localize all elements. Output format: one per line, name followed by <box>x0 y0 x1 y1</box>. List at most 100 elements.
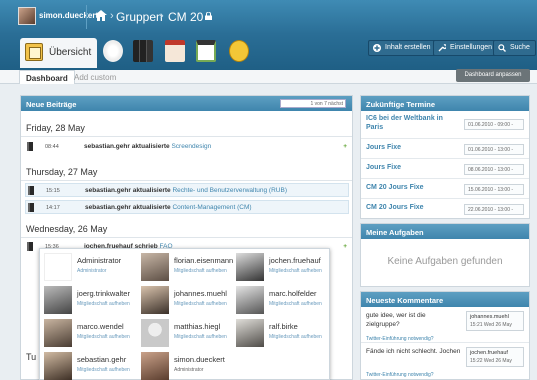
event-row[interactable]: Jours Fixe 08.06.2010 - 13:00 - <box>361 159 529 179</box>
event-row[interactable]: CM 20 Jours Fixe 15.06.2010 - 13:00 - <box>361 179 529 199</box>
leave-membership-link[interactable]: Mitgliedschaft aufheben <box>269 301 322 307</box>
create-content-label: Inhalt erstellen <box>385 44 431 51</box>
customize-dashboard-button[interactable]: Dashboard anpassen <box>456 69 530 82</box>
home-icon[interactable] <box>95 10 107 21</box>
entry-link[interactable]: Rechte- und Benutzerverwaltung (RUB) <box>172 187 287 194</box>
comment-text: gute idee, wer ist die zielgruppe? <box>366 312 426 328</box>
leave-membership-link[interactable]: Mitgliedschaft aufheben <box>174 268 227 274</box>
settings-label: Einstellungen <box>450 44 493 51</box>
pager[interactable]: 1 von 7 nächst <box>280 99 346 108</box>
search-button[interactable]: Suche <box>493 40 536 56</box>
comment-row[interactable]: Fände ich nicht schlecht. Jochen Twitter… <box>361 344 529 379</box>
member-card[interactable]: ralf.birke Mitgliedschaft aufheben <box>236 319 334 350</box>
feed-entry[interactable]: 15:15 sebastian.gehr aktualisierte Recht… <box>25 183 349 197</box>
member-card[interactable]: jochen.fruehauf Mitgliedschaft aufheben <box>236 253 334 284</box>
member-card[interactable]: marco.wendel Mitgliedschaft aufheben <box>44 319 142 350</box>
panel-title: Meine Aufgaben <box>366 228 424 237</box>
book-icon <box>27 242 33 251</box>
day-heading: Friday, 28 May <box>26 123 85 133</box>
member-card[interactable]: simon.dueckert Administrator <box>141 352 239 380</box>
event-title[interactable]: CM 20 Jours Fixe <box>366 204 424 211</box>
user-avatar[interactable] <box>18 7 36 25</box>
member-card[interactable]: johannes.muehl Mitgliedschaft aufheben <box>141 286 239 317</box>
leave-membership-link[interactable]: Mitgliedschaft aufheben <box>174 334 227 340</box>
pencil-icon[interactable] <box>103 40 123 62</box>
expand-icon[interactable]: + <box>343 143 347 150</box>
member-name[interactable]: joerg.trinkwalter <box>77 289 130 298</box>
feed-entry[interactable]: 14:17 sebastian.gehr aktualisierte Conte… <box>25 200 349 214</box>
calendar-icon[interactable] <box>165 40 185 62</box>
entry-time: 14:17 <box>46 205 60 211</box>
member-name[interactable]: Administrator <box>77 256 121 265</box>
avatar <box>236 253 264 281</box>
divider <box>21 237 352 238</box>
leave-membership-link[interactable]: Mitgliedschaft aufheben <box>77 367 130 373</box>
comment-author[interactable]: jochen.fruehauf <box>470 350 508 356</box>
tab-dashboard[interactable]: Dashboard <box>19 70 75 84</box>
entry-user[interactable]: sebastian.gehr <box>85 204 131 211</box>
user-icon[interactable] <box>229 40 249 62</box>
member-card[interactable]: sebastian.gehr Mitgliedschaft aufheben <box>44 352 142 380</box>
create-content-button[interactable]: Inhalt erstellen <box>368 40 437 56</box>
entry-time: 08:44 <box>45 144 59 150</box>
event-title[interactable]: IC6 bei der Weltbank in Paris <box>366 114 456 132</box>
member-name[interactable]: ralf.birke <box>269 322 298 331</box>
comment-row[interactable]: gute idee, wer ist die zielgruppe? Twitt… <box>361 308 529 343</box>
panel-header: Neueste Kommentare <box>361 292 529 307</box>
leave-membership-link[interactable]: Mitgliedschaft aufheben <box>77 301 130 307</box>
member-card[interactable]: Administrator Administrator <box>44 253 142 284</box>
breadcrumb-group-name[interactable]: CM 20 <box>168 10 203 24</box>
event-title[interactable]: CM 20 Jours Fixe <box>366 184 424 191</box>
comment-author[interactable]: johannes.muehl <box>470 314 509 320</box>
member-name[interactable]: florian.eisenmann <box>174 256 233 265</box>
divider <box>86 5 87 29</box>
feed-entry[interactable]: 08:44 sebastian.gehr aktualisierte Scree… <box>25 140 349 154</box>
panel-header: Neue Beiträge 1 von 7 nächst <box>21 96 352 111</box>
member-name[interactable]: johannes.muehl <box>174 289 227 298</box>
member-name[interactable]: jochen.fruehauf <box>269 256 321 265</box>
comment-link[interactable]: Twitter-Einführung notwendig? <box>366 372 434 378</box>
event-row[interactable]: CM 20 Jours Fixe 22.06.2010 - 13:00 - <box>361 199 529 219</box>
event-title[interactable]: Jours Fixe <box>366 144 401 151</box>
comment-link[interactable]: Twitter-Einführung notwendig? <box>366 336 434 342</box>
member-name[interactable]: simon.dueckert <box>174 355 225 364</box>
leave-membership-link[interactable]: Mitgliedschaft aufheben <box>269 268 322 274</box>
username[interactable]: simon.dueckert <box>39 11 98 20</box>
tab-add-custom[interactable]: Add custom <box>68 70 122 84</box>
member-name[interactable]: matthias.hiegl <box>174 322 220 331</box>
book-icon <box>28 203 34 212</box>
entry-verb: aktualisierte <box>132 204 171 211</box>
tab-uebersicht[interactable]: Übersicht <box>20 38 97 68</box>
event-row[interactable]: IC6 bei der Weltbank in Paris 01.06.2010… <box>361 112 529 139</box>
member-name[interactable]: marco.wendel <box>77 322 124 331</box>
member-name[interactable]: marc.holfelder <box>269 289 317 298</box>
leave-membership-link[interactable]: Mitgliedschaft aufheben <box>77 334 130 340</box>
comment-meta: jochen.fruehauf 15:22 Wed 26 May <box>466 347 524 367</box>
todo-icon[interactable] <box>196 40 216 62</box>
event-date: 01.06.2010 - 09:00 - <box>464 119 524 130</box>
entry-link[interactable]: Content-Management (CM) <box>172 204 251 211</box>
avatar-placeholder <box>141 319 169 347</box>
comment-date: 15:22 Wed 26 May <box>470 358 512 364</box>
leave-membership-link[interactable]: Mitgliedschaft aufheben <box>269 334 322 340</box>
entry-user[interactable]: sebastian.gehr <box>84 143 130 150</box>
entry-link[interactable]: Screendesign <box>171 143 211 150</box>
expand-icon[interactable]: + <box>343 243 347 250</box>
member-card[interactable]: joerg.trinkwalter Mitgliedschaft aufhebe… <box>44 286 142 317</box>
event-title[interactable]: Jours Fixe <box>366 164 401 171</box>
member-name[interactable]: sebastian.gehr <box>77 355 126 364</box>
leave-membership-link[interactable]: Mitgliedschaft aufheben <box>174 301 227 307</box>
divider <box>21 136 352 137</box>
entry-user[interactable]: sebastian.gehr <box>85 187 131 194</box>
member-card[interactable]: marc.holfelder Mitgliedschaft aufheben <box>236 286 334 317</box>
dashboard-icon <box>25 43 43 61</box>
member-card[interactable]: florian.eisenmann Mitgliedschaft aufhebe… <box>141 253 239 284</box>
books-icon[interactable] <box>133 40 153 62</box>
avatar <box>44 352 72 380</box>
settings-button[interactable]: Einstellungen <box>433 40 499 56</box>
breadcrumb-gruppen[interactable]: Gruppen <box>116 10 163 24</box>
event-row[interactable]: Jours Fixe 01.06.2010 - 13:00 - <box>361 139 529 159</box>
member-card[interactable]: matthias.hiegl Mitgliedschaft aufheben <box>141 319 239 350</box>
avatar <box>141 352 169 380</box>
event-date: 15.06.2010 - 13:00 - <box>464 184 524 195</box>
